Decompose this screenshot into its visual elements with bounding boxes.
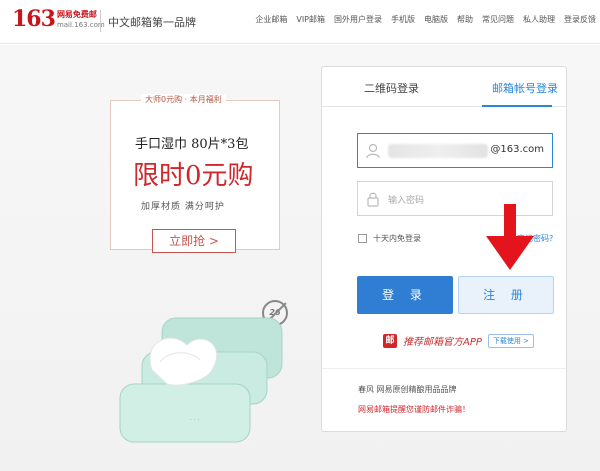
nav-enterprise-mail[interactable]: 企业邮箱	[255, 14, 287, 25]
lock-icon	[367, 192, 379, 207]
email-domain-suffix: @163.com	[490, 144, 544, 155]
remember-label: 十天内免登录	[373, 234, 421, 243]
nav-faq[interactable]: 常见问题	[482, 14, 514, 25]
username-value-blurred	[388, 144, 488, 158]
register-button[interactable]: 注 册	[458, 276, 554, 314]
nav-login-feedback[interactable]: 登录反馈	[564, 14, 596, 25]
svg-text:· · ·: · · ·	[190, 417, 200, 424]
wet-wipes-image: · · ·	[119, 317, 283, 443]
user-icon	[366, 143, 380, 159]
remember-me[interactable]: 十天内免登录	[358, 233, 421, 244]
login-tabs: 二维码登录 邮箱帐号登录	[322, 67, 566, 107]
logo-line1: 网易免费邮	[56, 10, 97, 19]
red-arrow-icon	[486, 204, 534, 270]
promo-tag: 大师0元购 · 本月福利	[141, 94, 226, 105]
nav-desktop[interactable]: 电脑版	[424, 14, 448, 25]
mail-app-icon: 邮	[383, 333, 397, 348]
promo-subtitle: 加厚材质 满分呵护	[141, 202, 225, 212]
app-download-button[interactable]: 下载使用 >	[487, 333, 534, 348]
top-nav: 企业邮箱 VIP邮箱 国外用户登录 手机版 电脑版 帮助 常见问题 私人助理 登…	[255, 14, 596, 25]
app-promo-text: 推荐邮箱官方APP	[403, 337, 482, 348]
remember-checkbox[interactable]	[358, 234, 367, 243]
login-button[interactable]: 登 录	[357, 276, 453, 314]
promo-ad[interactable]: 大师0元购 · 本月福利 手口湿巾 80片*3包 限时0元购 加厚材质 满分呵护…	[110, 94, 280, 253]
username-field[interactable]: @163.com	[357, 133, 553, 168]
tab-qr-login[interactable]: 二维码登录	[364, 80, 419, 96]
nav-help[interactable]: 帮助	[457, 14, 473, 25]
panel-divider	[322, 368, 566, 369]
logo-divider	[100, 10, 101, 32]
logo-number: 163	[12, 6, 56, 32]
nav-mobile[interactable]: 手机版	[391, 14, 415, 25]
slogan: 中文邮箱第一品牌	[108, 16, 196, 29]
app-promo-row: 邮 推荐邮箱官方APP 下载使用 >	[383, 333, 534, 348]
logo-text: 网易免费邮 mail.163.com	[57, 10, 105, 30]
footer-brand-link[interactable]: 春风 网易原创精酿用品品牌	[358, 384, 457, 395]
logo[interactable]: 163 网易免费邮 mail.163.com	[12, 8, 105, 30]
nav-vip-mail[interactable]: VIP邮箱	[296, 14, 325, 25]
nav-overseas-login[interactable]: 国外用户登录	[334, 14, 382, 25]
promo-headline: 限时0元购	[133, 161, 254, 191]
logo-line2: mail.163.com	[56, 21, 105, 29]
top-header: 163 网易免费邮 mail.163.com 中文邮箱第一品牌 企业邮箱 VIP…	[0, 0, 600, 44]
active-tab-indicator	[482, 105, 552, 107]
password-placeholder: 输入密码	[388, 196, 425, 206]
promo-buy-button[interactable]: 立即抢 >	[152, 229, 236, 253]
promo-title: 手口湿巾 80片*3包	[135, 137, 249, 152]
tab-account-login[interactable]: 邮箱帐号登录	[492, 80, 558, 96]
footer-fraud-warning[interactable]: 网易邮箱提醒您谨防邮件诈骗！	[358, 404, 470, 415]
nav-assistant[interactable]: 私人助理	[523, 14, 555, 25]
